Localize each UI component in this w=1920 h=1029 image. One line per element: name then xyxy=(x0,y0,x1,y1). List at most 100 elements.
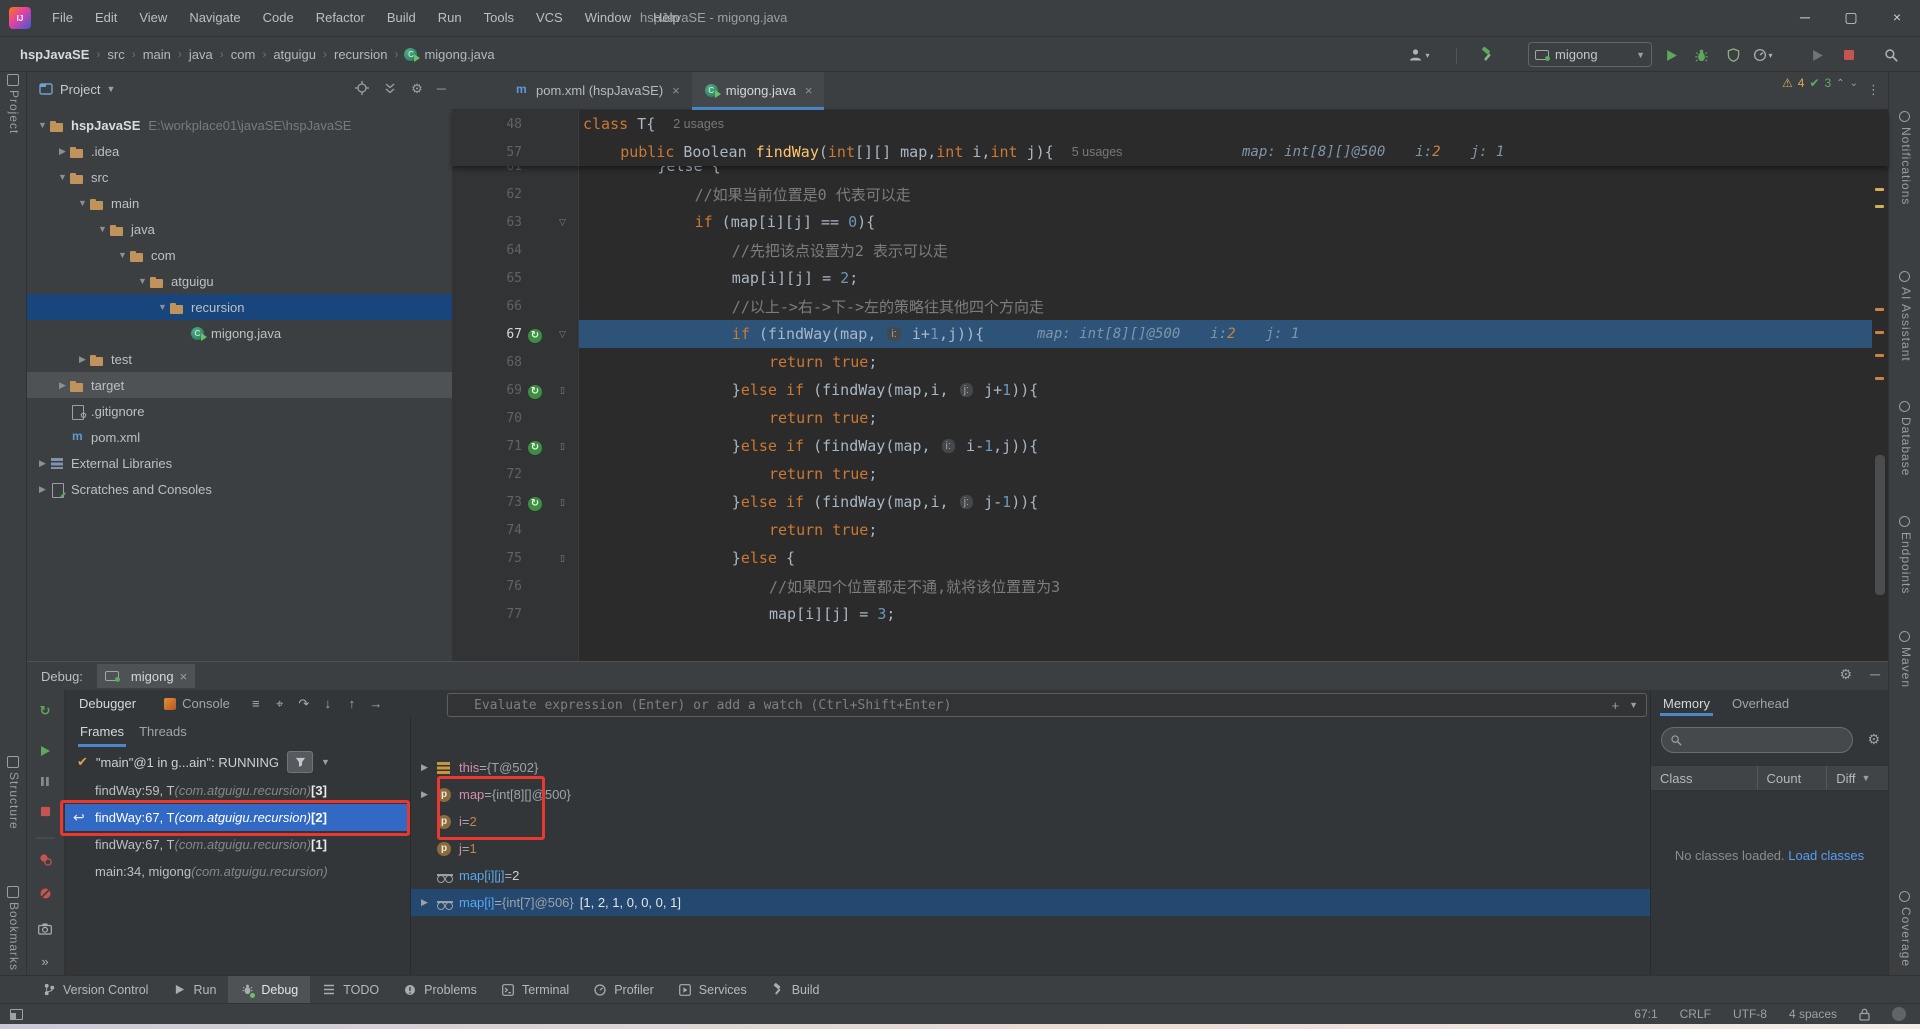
thread-filter-icon[interactable] xyxy=(287,751,313,773)
recursive-call-icon[interactable]: ↻ xyxy=(522,326,548,343)
tree-chevron-icon[interactable]: ▶ xyxy=(55,380,70,391)
expand-chevron-icon[interactable]: ▶ xyxy=(421,897,437,908)
tree-item-scratches-and-consoles[interactable]: ▶Scratches and Consoles xyxy=(27,476,452,502)
code-line-77[interactable]: 77map[i][j] = 3; xyxy=(452,600,1888,628)
tab-threads[interactable]: Threads xyxy=(139,724,187,741)
pause-icon[interactable] xyxy=(36,772,54,790)
tree-item-test[interactable]: ▶test xyxy=(27,346,452,372)
coverage-button[interactable] xyxy=(1722,44,1744,66)
code-line-73[interactable]: 73↻▯}else if (findWay(map,i, j: j-1)){ xyxy=(452,488,1888,516)
thread-dump-camera-icon[interactable] xyxy=(36,920,54,938)
more-actions-icon[interactable]: » xyxy=(36,952,54,970)
code-line-65[interactable]: 65map[i][j] = 2; xyxy=(452,264,1888,292)
tree-chevron-icon[interactable]: ▼ xyxy=(35,120,50,130)
maximize-button[interactable]: ▢ xyxy=(1828,0,1874,36)
gear-icon[interactable]: ⚙ xyxy=(411,81,423,97)
prev-issue-icon[interactable]: ⌃ xyxy=(1836,78,1844,89)
tab-frames[interactable]: Frames xyxy=(80,724,124,741)
tree-item--gitignore[interactable]: .gitignore xyxy=(27,398,452,424)
tree-chevron-icon[interactable]: ▼ xyxy=(55,172,70,182)
notifications-circle-icon[interactable] xyxy=(1892,1007,1906,1021)
code-area[interactable]: 61}else {62//如果当前位置是0 代表可以走63▽if (map[i]… xyxy=(452,152,1888,628)
stop-icon[interactable] xyxy=(36,802,54,820)
code-line-67[interactable]: 67↻▽if (findWay(map, i: i+1,j)){map: int… xyxy=(452,320,1888,348)
menu-refactor[interactable]: Refactor xyxy=(305,0,376,36)
menu-vcs[interactable]: VCS xyxy=(525,0,574,36)
recursive-call-icon[interactable]: ↻ xyxy=(522,382,548,399)
variable-row-mapij[interactable]: map[i][j] = 2 xyxy=(411,862,1650,889)
fold-marker-icon[interactable]: ▽ xyxy=(548,217,577,228)
toolbar-item-terminal[interactable]: Terminal xyxy=(489,976,581,1003)
step-out-icon[interactable]: ↑ xyxy=(340,696,364,711)
hide-panel-icon[interactable]: ─ xyxy=(1870,666,1880,683)
recursive-call-icon[interactable]: ↻ xyxy=(522,438,548,455)
tree-item-src[interactable]: ▼src xyxy=(27,164,452,190)
tree-chevron-icon[interactable]: ▶ xyxy=(55,146,70,157)
layout-options-icon[interactable]: ≡ xyxy=(244,696,268,711)
tab-pom-xml[interactable]: pom.xml (hspJavaSE) × xyxy=(502,72,692,109)
code-line-70[interactable]: 70return true; xyxy=(452,404,1888,432)
line-number[interactable]: 62 xyxy=(452,187,522,202)
tree-item-target[interactable]: ▶target xyxy=(27,372,452,398)
line-number[interactable]: 57 xyxy=(452,145,522,160)
variable-row-this[interactable]: ▶this = {T@502} xyxy=(411,754,1650,781)
stripe-item-structure[interactable]: Structure xyxy=(7,772,21,830)
locate-file-icon[interactable] xyxy=(355,81,369,97)
toolbar-item-debug[interactable]: Debug xyxy=(228,976,310,1003)
line-number[interactable]: 63 xyxy=(452,215,522,230)
chevron-down-icon[interactable]: ▼ xyxy=(1629,700,1638,710)
breadcrumb-item[interactable]: main xyxy=(141,47,173,62)
settings-gear-icon[interactable]: ⚙ xyxy=(1840,666,1853,683)
tree-item-migong-java[interactable]: migong.java xyxy=(27,320,452,346)
code-line-69[interactable]: 69↻▯}else if (findWay(map,i, j: j+1)){ xyxy=(452,376,1888,404)
profiler-button[interactable]: ▾ xyxy=(1752,44,1774,66)
resume-icon[interactable] xyxy=(36,742,54,760)
close-button[interactable]: × xyxy=(1874,0,1920,36)
breadcrumb-item[interactable]: atguigu xyxy=(271,47,318,62)
line-number[interactable]: 69 xyxy=(452,383,522,398)
step-over-icon[interactable]: ↷ xyxy=(292,696,316,712)
code-line-68[interactable]: 68return true; xyxy=(452,348,1888,376)
tab-overhead[interactable]: Overhead xyxy=(1732,696,1789,711)
run-config-select[interactable]: migong ▼ xyxy=(1528,42,1652,67)
code-line-75[interactable]: 75▯}else { xyxy=(452,544,1888,572)
project-panel-title[interactable]: Project xyxy=(60,82,100,97)
line-number[interactable]: 70 xyxy=(452,411,522,426)
thread-selector[interactable]: ✔ "main"@1 in g...ain": RUNNING ▼ xyxy=(65,747,410,777)
run-button[interactable] xyxy=(1660,44,1682,66)
tab-console[interactable]: Console xyxy=(150,696,244,711)
breadcrumb-item[interactable]: hspJavaSE xyxy=(18,47,91,62)
code-line-72[interactable]: 72return true; xyxy=(452,460,1888,488)
memory-col-class[interactable]: Class xyxy=(1651,766,1757,790)
step-into-icon[interactable]: ↓ xyxy=(316,696,340,711)
menu-window[interactable]: Window xyxy=(574,0,642,36)
stripe-item-ai-assistant[interactable]: AI Assistant xyxy=(1899,287,1913,362)
user-dropdown-icon[interactable]: ▾ xyxy=(1408,44,1430,66)
lock-icon[interactable] xyxy=(1859,1008,1870,1021)
usages-hint[interactable]: 2 usages xyxy=(673,117,724,131)
more-tabs-icon[interactable]: ⋮ xyxy=(1867,82,1880,98)
rerun-icon[interactable]: ↻ xyxy=(36,702,54,720)
tree-item--idea[interactable]: ▶.idea xyxy=(27,138,452,164)
tree-item-java[interactable]: ▼java xyxy=(27,216,452,242)
fold-marker-icon[interactable]: ▯ xyxy=(548,441,577,452)
code-line-63[interactable]: 63▽if (map[i][j] == 0){ xyxy=(452,208,1888,236)
run-to-cursor-icon[interactable]: → xyxy=(364,696,388,711)
stop-button[interactable] xyxy=(1838,44,1860,66)
memory-col-diff[interactable]: Diff▼ xyxy=(1826,766,1888,790)
fold-marker-icon[interactable]: ▽ xyxy=(548,329,577,340)
fold-marker-icon[interactable]: ▯ xyxy=(548,553,577,564)
memory-search-input[interactable] xyxy=(1661,727,1853,753)
variable-row-map[interactable]: ▶pmap = {int[8][]@500} xyxy=(411,781,1650,808)
inspections-widget[interactable]: ⚠4 ✔3 ⌃ ⌄ xyxy=(1782,76,1858,90)
tree-chevron-icon[interactable]: ▼ xyxy=(95,224,110,234)
breadcrumb-item[interactable]: recursion xyxy=(332,47,389,62)
line-number[interactable]: 72 xyxy=(452,467,522,482)
recursive-call-icon[interactable]: ↻ xyxy=(522,494,548,511)
code-line-66[interactable]: 66//以上->右->下->左的策略往其他四个方向走 xyxy=(452,292,1888,320)
line-number[interactable]: 76 xyxy=(452,579,522,594)
indent-style[interactable]: 4 spaces xyxy=(1789,1007,1837,1021)
collapse-all-icon[interactable] xyxy=(383,81,397,97)
close-tab-icon[interactable]: × xyxy=(672,83,680,98)
toolbar-item-services[interactable]: Services xyxy=(666,976,759,1003)
